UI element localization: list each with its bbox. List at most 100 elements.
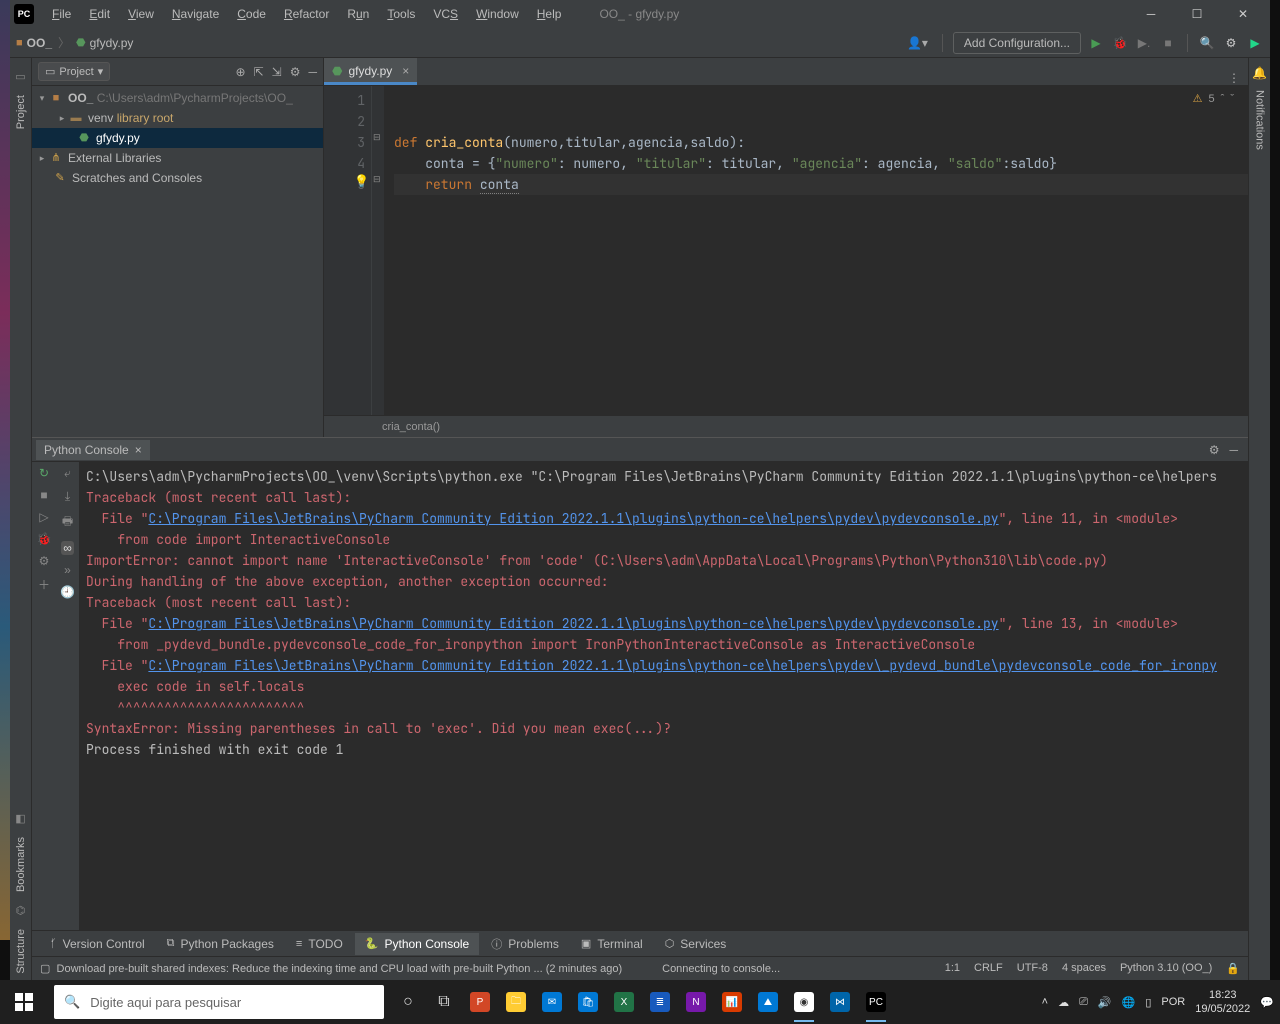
close-button[interactable]: ✕: [1220, 0, 1266, 28]
maximize-button[interactable]: ☐: [1174, 0, 1220, 28]
taskbar-app[interactable]: 📊: [714, 980, 750, 1024]
breadcrumb-project[interactable]: OO_: [27, 36, 52, 50]
taskbar-app[interactable]: P: [462, 980, 498, 1024]
menu-window[interactable]: Window: [468, 3, 527, 25]
taskbar-chrome[interactable]: ◉: [786, 980, 822, 1024]
minimize-button[interactable]: ─: [1128, 0, 1174, 28]
soft-wrap-icon[interactable]: ⤶: [64, 466, 71, 481]
project-view-selector[interactable]: ▭ Project ▾: [38, 62, 110, 81]
menu-view[interactable]: View: [120, 3, 162, 25]
tab-version-control[interactable]: ᚶVersion Control: [40, 933, 155, 955]
gear-icon[interactable]: ⚙: [1209, 443, 1220, 457]
var-icon[interactable]: ∞: [61, 541, 74, 555]
menu-code[interactable]: Code: [229, 3, 274, 25]
down-arrow-icon[interactable]: ˇ: [1230, 93, 1234, 105]
menu-tools[interactable]: Tools: [379, 3, 423, 25]
project-tree[interactable]: ▾■ OO_ C:\Users\adm\PycharmProjects\OO_ …: [32, 86, 323, 437]
new-console-icon[interactable]: ＋: [38, 576, 50, 593]
tray-icon[interactable]: ⎚: [1079, 996, 1088, 1009]
close-tab-icon[interactable]: ×: [402, 64, 409, 78]
notifications-icon[interactable]: 🔔: [1252, 66, 1267, 80]
add-configuration-button[interactable]: Add Configuration...: [953, 32, 1081, 54]
onedrive-icon[interactable]: ☁: [1058, 996, 1069, 1009]
fold-gutter[interactable]: ⊟ ⊟ 💡: [372, 86, 384, 415]
tray-up-icon[interactable]: ˄: [1042, 996, 1048, 1008]
settings-icon[interactable]: ⚙: [1222, 34, 1240, 52]
code-with-me-icon[interactable]: 👤▾: [903, 34, 932, 52]
run-icon[interactable]: ▷: [39, 510, 48, 524]
coverage-icon[interactable]: ▶.: [1135, 34, 1153, 52]
scroll-end-icon[interactable]: ⤓: [65, 489, 70, 504]
breadcrumb-file[interactable]: gfydy.py: [90, 36, 134, 50]
hide-icon[interactable]: ─: [308, 65, 317, 79]
tab-todo[interactable]: ≡TODO: [286, 933, 353, 955]
action-center-icon[interactable]: 💬: [1260, 996, 1274, 1009]
up-arrow-icon[interactable]: ˆ: [1221, 93, 1225, 105]
tab-terminal[interactable]: ▣Terminal: [571, 933, 653, 955]
locate-icon[interactable]: ⊕: [236, 65, 246, 79]
menu-help[interactable]: Help: [529, 3, 570, 25]
encoding[interactable]: UTF-8: [1017, 962, 1048, 975]
clock[interactable]: 18:2319/05/2022: [1195, 988, 1250, 1016]
collapse-all-icon[interactable]: ⇲: [272, 65, 282, 79]
console-output[interactable]: C:\Users\adm\PycharmProjects\OO_\venv\Sc…: [80, 462, 1248, 930]
bookmark-icon[interactable]: ◧: [15, 812, 25, 825]
caret-pos[interactable]: 1:1: [945, 962, 960, 975]
structure-icon[interactable]: ⌬: [16, 904, 26, 917]
taskbar-app[interactable]: N: [678, 980, 714, 1024]
run-icon[interactable]: ▶: [1087, 34, 1105, 52]
code-area[interactable]: def cria_conta(numero,titular,agencia,sa…: [384, 86, 1248, 415]
language-indicator[interactable]: POR: [1161, 996, 1185, 1008]
editor-breadcrumb[interactable]: cria_conta(): [324, 415, 1248, 437]
gear-icon[interactable]: ⚙: [290, 65, 301, 79]
taskbar-photos[interactable]: ⛰: [750, 980, 786, 1024]
taskbar-search[interactable]: 🔍 Digite aqui para pesquisar: [54, 985, 384, 1019]
tab-python-console[interactable]: 🐍Python Console: [355, 933, 479, 955]
battery-icon[interactable]: ▯: [1145, 996, 1151, 1009]
tab-problems[interactable]: ⓘProblems: [481, 932, 569, 956]
cortana-icon[interactable]: ○: [390, 980, 426, 1024]
project-tool-label[interactable]: Project: [15, 89, 27, 135]
network-icon[interactable]: 🌐: [1122, 996, 1136, 1009]
menu-vcs[interactable]: VCS: [425, 3, 466, 25]
menu-file[interactable]: File: [44, 3, 79, 25]
settings-icon[interactable]: ⚙: [39, 554, 50, 568]
project-tool-icon[interactable]: ▭: [15, 70, 25, 83]
console-tab[interactable]: Python Console ×: [36, 440, 150, 460]
lock-icon[interactable]: 🔒: [1226, 962, 1240, 975]
taskbar-pycharm[interactable]: PC: [858, 980, 894, 1024]
tree-file-selected[interactable]: ⬣ gfydy.py: [32, 128, 323, 148]
task-view-icon[interactable]: ⧉: [426, 980, 462, 1024]
hide-icon[interactable]: ─: [1229, 443, 1238, 457]
inspection-widget[interactable]: ⚠ 5 ˆ ˇ: [1193, 92, 1234, 105]
taskbar-mail[interactable]: ✉: [534, 980, 570, 1024]
print-icon[interactable]: 🖶: [62, 512, 73, 533]
attach-debugger-icon[interactable]: 🐞: [37, 532, 52, 546]
taskbar-explorer[interactable]: 🗀: [498, 980, 534, 1024]
indent[interactable]: 4 spaces: [1062, 962, 1106, 975]
tab-options-icon[interactable]: ⋮: [1220, 71, 1248, 85]
notifications-label[interactable]: Notifications: [1254, 84, 1266, 156]
menu-refactor[interactable]: Refactor: [276, 3, 337, 25]
stop-icon[interactable]: ■: [40, 488, 47, 502]
tab-python-packages[interactable]: ⧉Python Packages: [157, 933, 284, 955]
editor-tab[interactable]: ⬣ gfydy.py ×: [324, 58, 417, 85]
status-message[interactable]: Download pre-built shared indexes: Reduc…: [57, 963, 623, 975]
expand-all-icon[interactable]: ⇱: [254, 65, 264, 79]
tab-services[interactable]: ⬡Services: [655, 933, 737, 955]
search-icon[interactable]: 🔍: [1198, 34, 1216, 52]
rerun-icon[interactable]: ↻: [39, 466, 49, 480]
menu-run[interactable]: Run: [339, 3, 377, 25]
browse-history-icon[interactable]: 🕘: [60, 585, 75, 599]
taskbar-store[interactable]: 🛍: [570, 980, 606, 1024]
interpreter[interactable]: Python 3.10 (OO_): [1120, 962, 1212, 975]
volume-icon[interactable]: 🔊: [1098, 996, 1112, 1009]
stop-icon[interactable]: ■: [1159, 34, 1177, 52]
intention-bulb-icon[interactable]: 💡: [354, 174, 369, 188]
start-button[interactable]: [0, 980, 48, 1024]
close-icon[interactable]: ×: [135, 443, 142, 457]
line-sep[interactable]: CRLF: [974, 962, 1003, 975]
bookmarks-tool-label[interactable]: Bookmarks: [15, 831, 27, 898]
structure-tool-label[interactable]: Structure: [15, 923, 27, 980]
learn-icon[interactable]: ▶: [1246, 34, 1264, 52]
